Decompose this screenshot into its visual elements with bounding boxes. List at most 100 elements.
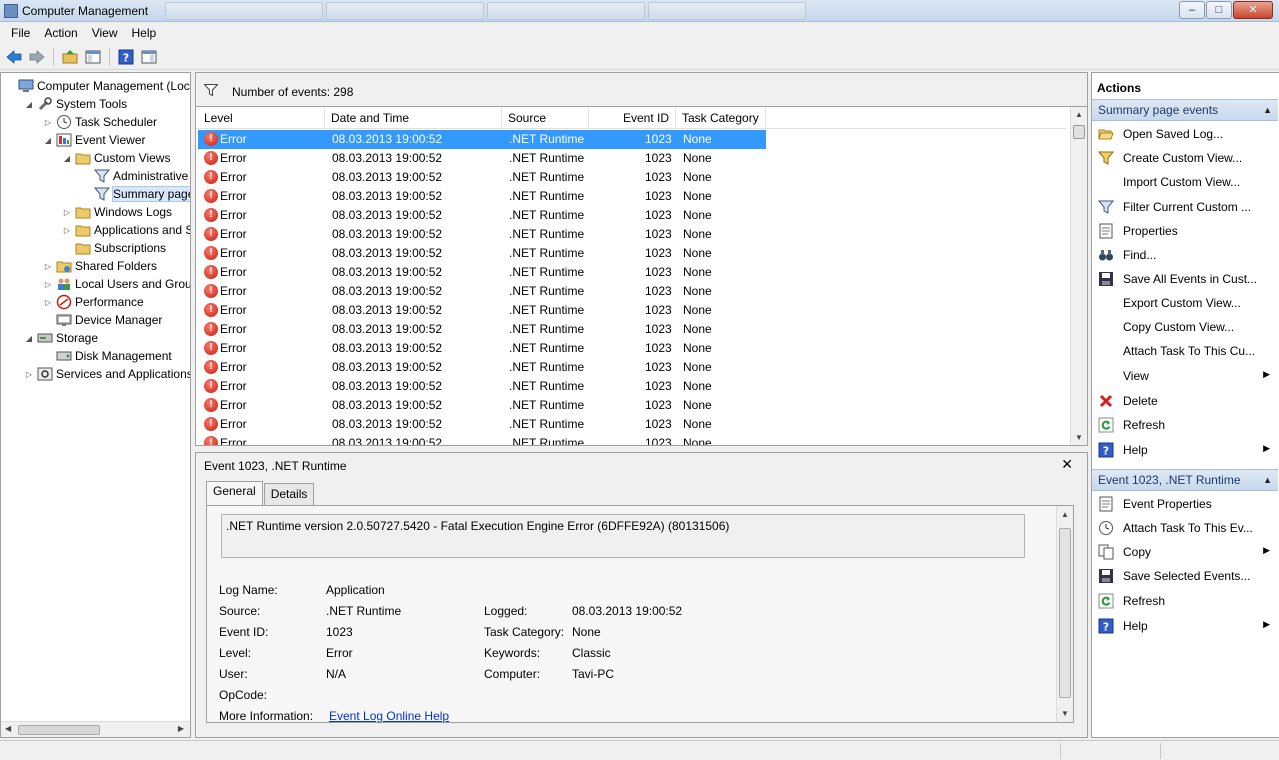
tree-horizontal-scrollbar[interactable]: ◀ ▶ <box>1 721 190 737</box>
expand-arrow-icon[interactable]: ▷ <box>24 370 34 379</box>
collapse-arrow-icon[interactable]: ◢ <box>43 136 53 145</box>
event-row[interactable]: ! Error 08.03.2013 19:00:52 .NET Runtime 102… <box>198 282 766 301</box>
event-row[interactable]: ! Error 08.03.2013 19:00:52 .NET Runtime 102… <box>198 320 766 339</box>
action-delete[interactable]: Delete <box>1092 390 1278 412</box>
action-properties[interactable]: Properties <box>1092 220 1278 242</box>
events-vertical-scrollbar[interactable]: ▲ ▼ <box>1070 107 1087 445</box>
action-export-custom-view[interactable]: Export Custom View... <box>1092 292 1278 314</box>
action-create-custom-view[interactable]: Create Custom View... <box>1092 147 1278 169</box>
expand-arrow-icon[interactable]: ▷ <box>43 280 53 289</box>
minimize-button[interactable]: – <box>1179 1 1205 19</box>
scroll-up-icon[interactable]: ▲ <box>1061 510 1069 519</box>
column-task-category[interactable]: Task Category <box>676 107 766 129</box>
event-row[interactable]: ! Error 08.03.2013 19:00:52 .NET Runtime 102… <box>198 358 766 377</box>
menu-action[interactable]: Action <box>37 22 84 44</box>
action-view[interactable]: View ▶ <box>1092 365 1278 387</box>
action-save-all-events-in-cust[interactable]: Save All Events in Cust... <box>1092 268 1278 290</box>
tree-item[interactable]: ◢ Event Viewer <box>43 131 146 149</box>
scroll-up-icon[interactable]: ▲ <box>1075 110 1083 119</box>
tree-item[interactable]: ▷ Windows Logs <box>62 203 172 221</box>
event-row[interactable]: ! Error 08.03.2013 19:00:52 .NET Runtime 102… <box>198 206 766 225</box>
tree-item[interactable]: ▷ Shared Folders <box>43 257 157 275</box>
column-level[interactable]: Level <box>198 107 325 129</box>
scroll-down-icon[interactable]: ▼ <box>1075 433 1083 442</box>
maximize-button[interactable]: □ <box>1206 1 1232 19</box>
scroll-right-icon[interactable]: ▶ <box>178 724 184 733</box>
section-summary-page-events[interactable]: Summary page events ▲ <box>1092 99 1278 121</box>
action-copy-custom-view[interactable]: Copy Custom View... <box>1092 316 1278 338</box>
event-row[interactable]: ! Error 08.03.2013 19:00:52 .NET Runtime 102… <box>198 149 766 168</box>
event-row[interactable]: ! Error 08.03.2013 19:00:52 .NET Runtime 102… <box>198 244 766 263</box>
console-tree[interactable]: Computer Management (Local ◢ System Tools ▷… <box>0 72 191 738</box>
action-copy[interactable]: Copy ▶ <box>1092 541 1278 563</box>
action-find[interactable]: Find... <box>1092 244 1278 266</box>
action-open-saved-log[interactable]: Open Saved Log... <box>1092 123 1278 145</box>
collapse-arrow-icon[interactable]: ◢ <box>24 334 34 343</box>
menu-help[interactable]: Help <box>125 22 164 44</box>
menu-view[interactable]: View <box>85 22 125 44</box>
event-row[interactable]: ! Error 08.03.2013 19:00:52 .NET Runtime 102… <box>198 168 766 187</box>
action-attach-task-to-this-ev[interactable]: Attach Task To This Ev... <box>1092 517 1278 539</box>
event-row[interactable]: ! Error 08.03.2013 19:00:52 .NET Runtime 102… <box>198 377 766 396</box>
event-row[interactable]: ! Error 08.03.2013 19:00:52 .NET Runtime 102… <box>198 263 766 282</box>
tree-item[interactable]: Subscriptions <box>62 239 166 257</box>
collapse-arrow-icon[interactable]: ◢ <box>62 154 72 163</box>
event-row[interactable]: ! Error 08.03.2013 19:00:52 .NET Runtime 102… <box>198 130 766 149</box>
event-row[interactable]: ! Error 08.03.2013 19:00:52 .NET Runtime 102… <box>198 339 766 358</box>
action-filter-current-custom[interactable]: Filter Current Custom ... <box>1092 196 1278 218</box>
section-event-actions[interactable]: Event 1023, .NET Runtime ▲ <box>1092 469 1278 491</box>
action-refresh[interactable]: Refresh <box>1092 414 1278 436</box>
action-event-properties[interactable]: Event Properties <box>1092 493 1278 515</box>
event-log-online-help-link[interactable]: Event Log Online Help <box>329 709 449 723</box>
tree-item[interactable]: ◢ System Tools <box>24 95 127 113</box>
collapse-arrow-icon[interactable]: ◢ <box>24 100 34 109</box>
event-row[interactable]: ! Error 08.03.2013 19:00:52 .NET Runtime 102… <box>198 434 766 445</box>
action-save-selected-events[interactable]: Save Selected Events... <box>1092 565 1278 587</box>
expand-arrow-icon[interactable]: ▷ <box>62 226 72 235</box>
scroll-thumb[interactable] <box>1059 528 1071 698</box>
expand-arrow-icon[interactable]: ▷ <box>43 262 53 271</box>
help-toolbar-button[interactable]: ? <box>116 47 136 67</box>
tab-general[interactable]: General <box>206 481 263 505</box>
tree-item[interactable]: ▷ Applications and Se <box>62 221 190 239</box>
tree-item[interactable]: ▷ Services and Applications <box>24 365 190 383</box>
tree-item[interactable]: Administrative E <box>81 167 190 185</box>
tree-item[interactable]: ▷ Task Scheduler <box>43 113 157 131</box>
detail-vertical-scrollbar[interactable]: ▲ ▼ <box>1056 506 1073 722</box>
column-event-id[interactable]: Event ID <box>589 107 676 129</box>
tree-item[interactable]: ◢ Storage <box>24 329 98 347</box>
collapse-up-icon[interactable]: ▲ <box>1263 100 1272 120</box>
expand-arrow-icon[interactable]: ▷ <box>43 118 53 127</box>
tree-item[interactable]: Disk Management <box>43 347 172 365</box>
event-row[interactable]: ! Error 08.03.2013 19:00:52 .NET Runtime 102… <box>198 396 766 415</box>
show-hide-action-pane-button[interactable] <box>139 47 159 67</box>
close-button[interactable]: ✕ <box>1233 1 1273 19</box>
menu-file[interactable]: File <box>4 22 37 44</box>
events-grid[interactable]: Level Date and Time Source Event ID Task… <box>195 106 1088 446</box>
event-row[interactable]: ! Error 08.03.2013 19:00:52 .NET Runtime 102… <box>198 225 766 244</box>
tree-item[interactable]: ◢ Custom Views <box>62 149 171 167</box>
close-detail-icon[interactable]: ✕ <box>1061 456 1073 473</box>
tree-item[interactable]: Computer Management (Local <box>5 77 190 95</box>
event-description[interactable]: .NET Runtime version 2.0.50727.5420 - Fa… <box>221 514 1025 558</box>
expand-arrow-icon[interactable]: ▷ <box>62 208 72 217</box>
collapse-up-icon[interactable]: ▲ <box>1263 470 1272 490</box>
action-help[interactable]: ? Help ▶ <box>1092 439 1278 461</box>
show-hide-console-tree-button[interactable] <box>83 47 103 67</box>
event-row[interactable]: ! Error 08.03.2013 19:00:52 .NET Runtime 102… <box>198 301 766 320</box>
event-row[interactable]: ! Error 08.03.2013 19:00:52 .NET Runtime 102… <box>198 415 766 434</box>
scroll-left-icon[interactable]: ◀ <box>5 724 11 733</box>
tree-item[interactable]: Summary page e <box>81 185 190 203</box>
tab-details[interactable]: Details <box>263 483 315 505</box>
column-date-time[interactable]: Date and Time <box>325 107 502 129</box>
forward-button[interactable] <box>27 47 47 67</box>
up-one-level-button[interactable] <box>60 47 80 67</box>
action-help[interactable]: ? Help ▶ <box>1092 615 1278 637</box>
tree-item[interactable]: Device Manager <box>43 311 162 329</box>
expand-arrow-icon[interactable]: ▷ <box>43 298 53 307</box>
scroll-thumb[interactable] <box>18 725 100 735</box>
tree-item[interactable]: ▷ Performance <box>43 293 144 311</box>
back-button[interactable] <box>4 47 24 67</box>
event-row[interactable]: ! Error 08.03.2013 19:00:52 .NET Runtime 102… <box>198 187 766 206</box>
action-attach-task-to-this-cu[interactable]: Attach Task To This Cu... <box>1092 340 1278 362</box>
